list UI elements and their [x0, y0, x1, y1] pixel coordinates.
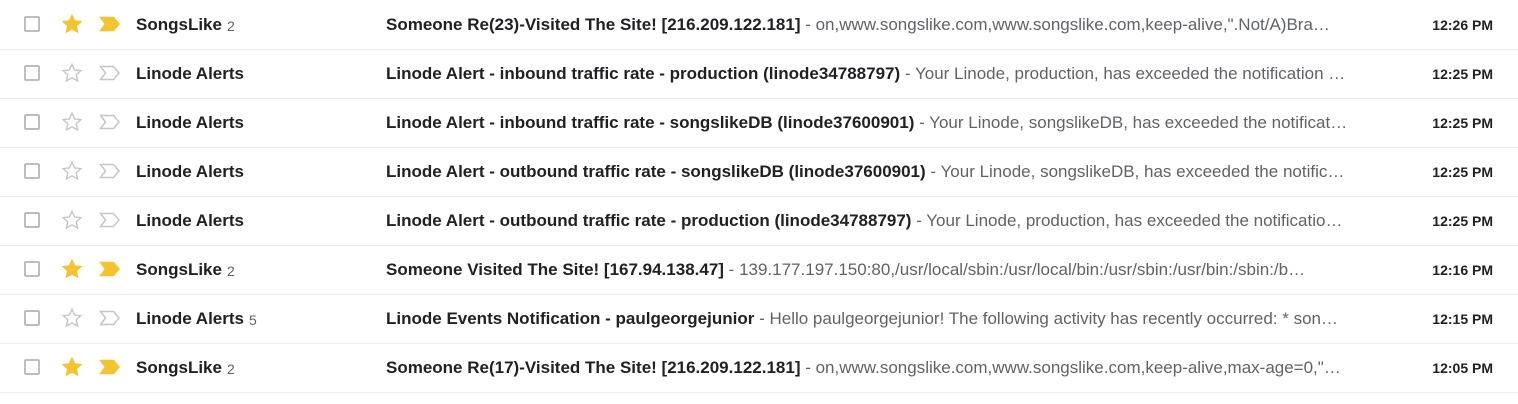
thread-count: 5: [249, 312, 257, 328]
sender: SongsLike 2: [136, 246, 235, 294]
sender: Linode Alerts: [136, 197, 249, 245]
email-row[interactable]: Linode Alerts Linode Alert - outbound tr…: [0, 148, 1518, 197]
email-row[interactable]: SongsLike 2 Someone Visited The Site! [1…: [0, 246, 1518, 295]
received-time: 12:15 PM: [1432, 311, 1493, 327]
thread-count: 2: [226, 17, 235, 34]
email-row[interactable]: Linode Alerts 5 Linode Events Notificati…: [0, 295, 1518, 344]
message-preview[interactable]: Someone Visited The Site! [167.94.138.47…: [386, 246, 1372, 294]
subject-separator: -: [800, 358, 816, 377]
sender-name: SongsLike: [136, 260, 222, 279]
email-row[interactable]: Linode Alerts Linode Alert - inbound tra…: [0, 50, 1518, 99]
snippet: on,www.songslike.com,www.songslike.com,k…: [815, 358, 1341, 377]
checkbox-icon[interactable]: [24, 65, 40, 81]
star-icon[interactable]: [61, 13, 83, 35]
star-icon[interactable]: [61, 356, 83, 378]
thread-count: 2: [226, 361, 235, 377]
important-marker-icon[interactable]: [98, 261, 121, 277]
message-preview[interactable]: Linode Events Notification - paulgeorgej…: [386, 295, 1372, 343]
star-icon[interactable]: [61, 307, 83, 329]
received-time: 12:05 PM: [1432, 360, 1493, 376]
important-marker-icon[interactable]: [98, 310, 121, 326]
sender: SongsLike 2: [136, 0, 235, 49]
star-icon[interactable]: [61, 160, 83, 182]
message-preview[interactable]: Someone Re(17)-Visited The Site! [216.20…: [386, 344, 1372, 392]
email-list: SongsLike 2 Someone Re(23)-Visited The S…: [0, 0, 1518, 393]
subject: Linode Alert - inbound traffic rate - so…: [386, 113, 915, 132]
subject-separator: -: [754, 309, 770, 328]
email-row[interactable]: Linode Alerts Linode Alert - outbound tr…: [0, 197, 1518, 246]
checkbox-icon[interactable]: [24, 310, 40, 326]
snippet: 139.177.197.150:80,/usr/local/sbin:/usr/…: [739, 260, 1306, 279]
star-icon[interactable]: [61, 258, 83, 280]
sender-name: Linode Alerts: [136, 211, 244, 230]
sender: Linode Alerts: [136, 50, 249, 98]
message-preview[interactable]: Linode Alert - outbound traffic rate - p…: [386, 197, 1372, 245]
checkbox-icon[interactable]: [24, 359, 40, 375]
star-icon[interactable]: [61, 209, 83, 231]
important-marker-icon[interactable]: [98, 114, 121, 130]
important-marker-icon[interactable]: [98, 16, 121, 32]
subject-separator: -: [911, 211, 927, 230]
sender-name: Linode Alerts: [136, 309, 244, 328]
subject: Linode Events Notification - paulgeorgej…: [386, 309, 755, 328]
snippet: Hello paulgeorgejunior! The following ac…: [769, 309, 1339, 328]
checkbox-icon[interactable]: [24, 261, 40, 277]
message-preview[interactable]: Linode Alert - inbound traffic rate - pr…: [386, 50, 1372, 98]
received-time: 12:25 PM: [1432, 213, 1493, 229]
subject-separator: -: [723, 260, 740, 279]
snippet: on,www.songslike.com,www.songslike.com,k…: [815, 14, 1330, 34]
message-preview[interactable]: Linode Alert - outbound traffic rate - s…: [386, 148, 1372, 196]
sender: Linode Alerts 5: [136, 295, 257, 343]
star-icon[interactable]: [61, 111, 83, 133]
important-marker-icon[interactable]: [98, 212, 121, 228]
received-time: 12:25 PM: [1432, 164, 1493, 180]
subject: Someone Re(17)-Visited The Site! [216.20…: [386, 358, 801, 377]
checkbox-icon[interactable]: [24, 163, 40, 179]
sender: Linode Alerts: [136, 99, 249, 147]
checkbox-icon[interactable]: [24, 114, 40, 130]
thread-count: 2: [226, 263, 235, 279]
important-marker-icon[interactable]: [98, 163, 121, 179]
snippet: Your Linode, production, has exceeded th…: [914, 64, 1346, 83]
sender-name: Linode Alerts: [136, 162, 244, 181]
received-time: 12:26 PM: [1432, 16, 1493, 33]
important-marker-icon[interactable]: [98, 65, 121, 81]
sender-name: Linode Alerts: [136, 113, 244, 132]
important-marker-icon[interactable]: [98, 359, 121, 375]
star-icon[interactable]: [61, 62, 83, 84]
snippet: Your Linode, songslikeDB, has exceeded t…: [929, 113, 1348, 132]
sender-name: SongsLike: [136, 14, 222, 34]
subject-separator: -: [900, 64, 915, 83]
received-time: 12:25 PM: [1432, 66, 1493, 82]
email-row[interactable]: SongsLike 2 Someone Re(17)-Visited The S…: [0, 344, 1518, 393]
snippet: Your Linode, production, has exceeded th…: [926, 211, 1343, 230]
message-preview[interactable]: Linode Alert - inbound traffic rate - so…: [386, 99, 1372, 147]
received-time: 12:25 PM: [1432, 115, 1493, 131]
subject: Linode Alert - inbound traffic rate - pr…: [386, 64, 901, 83]
snippet: Your Linode, songslikeDB, has exceeded t…: [940, 162, 1345, 181]
checkbox-icon[interactable]: [24, 15, 40, 32]
sender-name: SongsLike: [136, 358, 222, 377]
message-preview[interactable]: Someone Re(23)-Visited The Site! [216.20…: [386, 0, 1372, 49]
subject: Linode Alert - outbound traffic rate - s…: [386, 162, 926, 181]
subject-separator: -: [925, 162, 941, 181]
email-row[interactable]: Linode Alerts Linode Alert - inbound tra…: [0, 99, 1518, 148]
sender: SongsLike 2: [136, 344, 235, 392]
sender: Linode Alerts: [136, 148, 249, 196]
checkbox-icon[interactable]: [24, 212, 40, 228]
subject: Someone Re(23)-Visited The Site! [216.20…: [386, 14, 801, 34]
email-row[interactable]: SongsLike 2 Someone Re(23)-Visited The S…: [0, 0, 1518, 50]
subject-separator: -: [800, 14, 816, 34]
received-time: 12:16 PM: [1432, 262, 1493, 278]
subject: Linode Alert - outbound traffic rate - p…: [386, 211, 912, 230]
sender-name: Linode Alerts: [136, 64, 244, 83]
subject-separator: -: [914, 113, 930, 132]
subject: Someone Visited The Site! [167.94.138.47…: [386, 260, 724, 279]
